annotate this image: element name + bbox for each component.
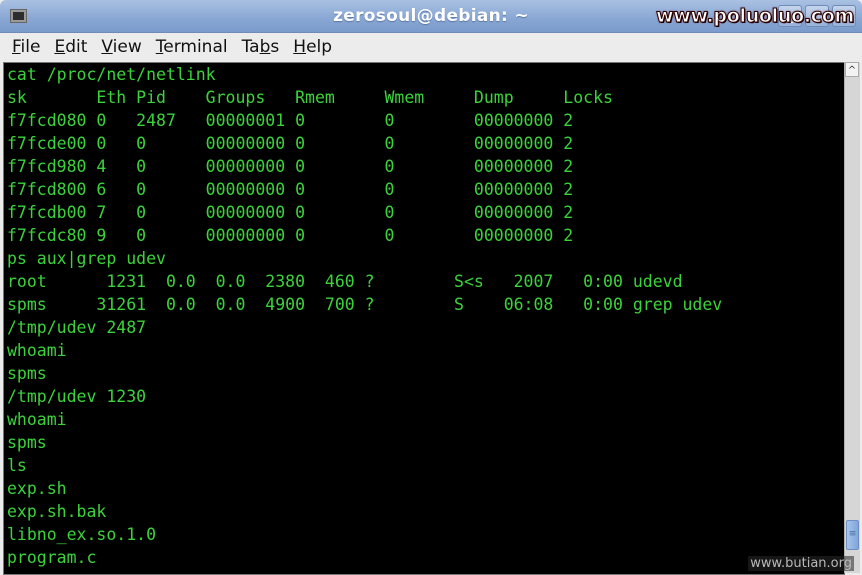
terminal-line: ps aux|grep udev xyxy=(7,249,166,268)
terminal-line: f7fcdc80 9 0 00000000 0 0 00000000 2 xyxy=(7,226,574,245)
terminal-line: /tmp/udev 1230 xyxy=(7,387,147,406)
menu-tabs-label: s xyxy=(270,37,280,57)
terminal-line: spms xyxy=(7,364,47,383)
watermark-bottom: www.butian.org xyxy=(748,556,854,571)
terminal-output-area[interactable]: cat /proc/net/netlink sk Eth Pid Groups R… xyxy=(3,62,845,575)
scrollbar-thumb[interactable]: ≡ xyxy=(846,520,859,550)
menu-file-mnemonic: F xyxy=(12,37,21,57)
watermark-top: www.poluoluo.com xyxy=(655,5,854,28)
menu-tabs-mnemonic: b xyxy=(259,37,271,57)
menu-bar: File Edit View Terminal Tabs Help xyxy=(0,33,862,61)
terminal-line: sk Eth Pid Groups Rmem Wmem Dump Locks xyxy=(7,88,613,107)
terminal-line: /tmp/udev 2487 xyxy=(7,318,147,337)
menu-view-label: iew xyxy=(112,37,142,57)
terminal-line: whoami xyxy=(7,410,67,429)
terminal-line: whoami xyxy=(7,341,67,360)
menu-help[interactable]: Help xyxy=(286,34,339,60)
scroll-up-arrow-icon[interactable]: ^ xyxy=(845,62,859,77)
menu-help-mnemonic: H xyxy=(293,37,307,57)
menu-file-label: ile xyxy=(20,37,41,57)
menu-file[interactable]: File xyxy=(0,34,47,60)
terminal-line: exp.sh.bak xyxy=(7,502,107,521)
terminal-line: f7fcde00 0 0 00000000 0 0 00000000 2 xyxy=(7,134,574,153)
terminal-text: cat /proc/net/netlink sk Eth Pid Groups R… xyxy=(7,63,722,569)
terminal-line: libno_ex.so.1.0 xyxy=(7,525,157,544)
terminal-line: cat /proc/net/netlink xyxy=(7,65,216,84)
terminal-window: zerosoul@debian: ~ _ □ ✕ www.poluoluo.co… xyxy=(0,0,862,575)
title-bar[interactable]: zerosoul@debian: ~ _ □ ✕ www.poluoluo.co… xyxy=(0,0,862,33)
menu-edit-mnemonic: E xyxy=(54,37,66,57)
terminal-line: exp.sh xyxy=(7,479,67,498)
terminal-line: spms xyxy=(7,433,47,452)
menu-terminal-label: erminal xyxy=(163,37,228,57)
terminal-line: f7fcd080 0 2487 00000001 0 0 00000000 2 xyxy=(7,111,574,130)
terminal-line: f7fcd800 6 0 00000000 0 0 00000000 2 xyxy=(7,180,574,199)
terminal-line: root 1231 0.0 0.0 2380 460 ? S<s 2007 0:… xyxy=(7,272,683,291)
menu-terminal[interactable]: Terminal xyxy=(149,34,235,60)
menu-edit[interactable]: Edit xyxy=(47,34,94,60)
menu-help-label: elp xyxy=(306,37,333,57)
menu-tabs[interactable]: Tabs xyxy=(235,34,287,60)
menu-tabs-label-pre: Ta xyxy=(241,37,260,57)
terminal-line: f7fcd980 4 0 00000000 0 0 00000000 2 xyxy=(7,157,574,176)
terminal-line: ls xyxy=(7,456,27,475)
menu-view-mnemonic: V xyxy=(101,37,113,57)
terminal-line: program.c xyxy=(7,548,97,567)
terminal-line: spms 31261 0.0 0.0 4900 700 ? S 06:08 0:… xyxy=(7,295,723,314)
vertical-scrollbar[interactable]: ^ ≡ xyxy=(844,62,860,573)
menu-view[interactable]: View xyxy=(94,34,148,60)
menu-edit-label: dit xyxy=(65,37,88,57)
terminal-line: f7fcdb00 7 0 00000000 0 0 00000000 2 xyxy=(7,203,574,222)
